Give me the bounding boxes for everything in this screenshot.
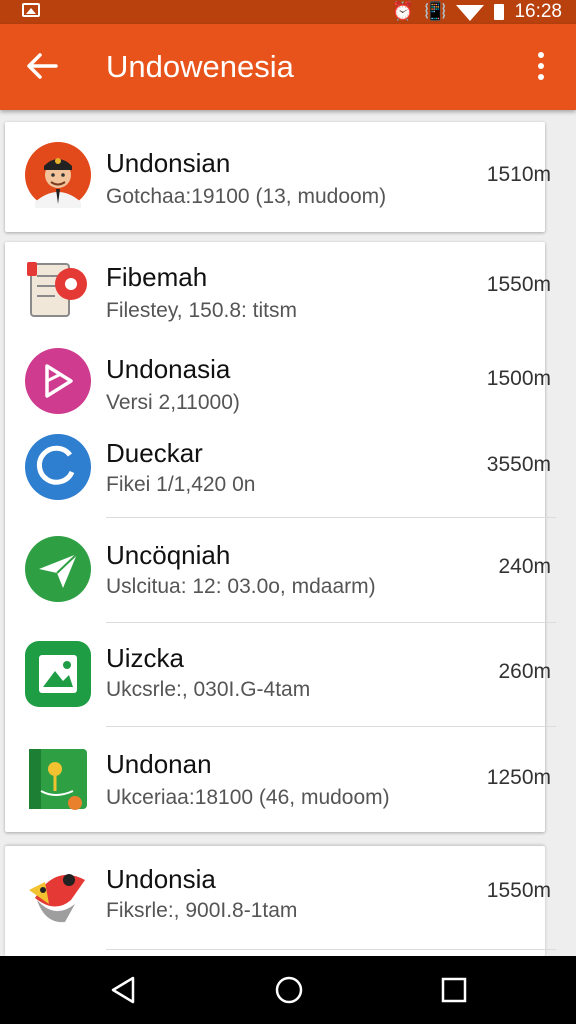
vibrate-icon: 📳 [424,1,447,22]
image-icon [22,3,40,17]
item-subtitle: Filestey, 150.8: titsm [106,299,298,322]
send-icon [25,536,91,602]
nav-recents-icon [441,977,467,1003]
battery-icon [494,4,505,20]
item-size: 240m [498,555,551,578]
avatar-icon [25,142,91,208]
status-time: 16:28 [514,1,562,22]
item-subtitle: Versi 2,11000) [106,391,240,414]
item-size: 1250m [486,766,551,789]
nav-home-button[interactable] [269,970,309,1010]
item-subtitle: Fikei 1/1,420 0n [106,473,256,496]
list-card: Undonsian Gotchaa:19100 (13, mudoom) 151… [5,122,551,232]
document-icon [27,262,87,317]
item-subtitle: Fiksrle:, 900I.8-1tam [106,899,298,922]
item-size: 260m [498,660,551,683]
item-title: Undonsia [106,864,216,894]
item-title: Uizcka [106,643,185,673]
list-item[interactable]: Uncöqniah Uslcitua: 12: 03.0o, mdaarm) 2… [5,518,556,623]
item-subtitle: Uslcitua: 12: 03.0o, mdaarm) [106,575,376,598]
item-size: 3550m [486,453,551,476]
wifi-icon [456,5,485,21]
nav-recents-button[interactable] [434,970,474,1010]
app-bar: Undowenesia [0,24,576,110]
item-size: 1550m [486,879,551,902]
arrow-back-icon [27,53,58,79]
list-card: Fibemah Filestey, 150.8: titsm 1550m Und… [5,242,556,832]
item-title: Undonsian [106,148,231,178]
item-subtitle: Gotchaa:19100 (13, mudoom) [106,185,387,208]
item-subtitle: Ukcsrle:, 030I.G-4tam [106,678,311,701]
map-book-icon [29,749,87,810]
list-item[interactable]: Fibemah Filestey, 150.8: titsm 1550m [5,242,551,338]
divider [106,949,556,950]
status-bar: ⏰ 📳 16:28 [0,0,576,24]
item-title: Undonasia [106,354,231,384]
gallery-icon [25,641,91,707]
item-subtitle: Ukceriaa:18100 (46, mudoom) [106,786,390,809]
list-item[interactable]: Undonsian Gotchaa:19100 (13, mudoom) 151… [5,122,551,232]
item-title: Fibemah [106,262,208,292]
more-vert-icon [538,52,544,58]
list-item[interactable]: Undonasia Versi 2,11000) 1500m [5,338,551,430]
nav-back-button[interactable] [104,970,144,1010]
back-button[interactable] [22,46,62,86]
bird-icon [29,874,85,923]
item-title: Undonan [106,749,212,779]
item-title: Dueckar [106,438,203,468]
alarm-icon: ⏰ [391,1,415,22]
item-size: 1500m [486,367,551,390]
item-size: 1550m [486,273,551,296]
page-title: Undowenesia [106,49,294,84]
refresh-icon [25,434,91,500]
list-card: Undonsia Fiksrle:, 900I.8-1tam 1550m [5,846,556,956]
nav-home-icon [275,976,303,1004]
item-size: 1510m [486,163,551,186]
navigation-bar [0,956,576,1024]
media-play-icon [25,348,91,414]
list-item[interactable]: Undonan Ukceriaa:18100 (46, mudoom) 1250… [5,727,551,832]
more-options-button[interactable] [526,48,556,84]
list-item[interactable]: Uizcka Ukcsrle:, 030I.G-4tam 260m [5,623,556,727]
list-item[interactable]: Undonsia Fiksrle:, 900I.8-1tam 1550m [5,846,556,950]
list-item[interactable]: Dueckar Fikei 1/1,420 0n 3550m [5,430,556,518]
nav-back-icon [111,976,135,1004]
item-title: Uncöqniah [106,540,231,570]
